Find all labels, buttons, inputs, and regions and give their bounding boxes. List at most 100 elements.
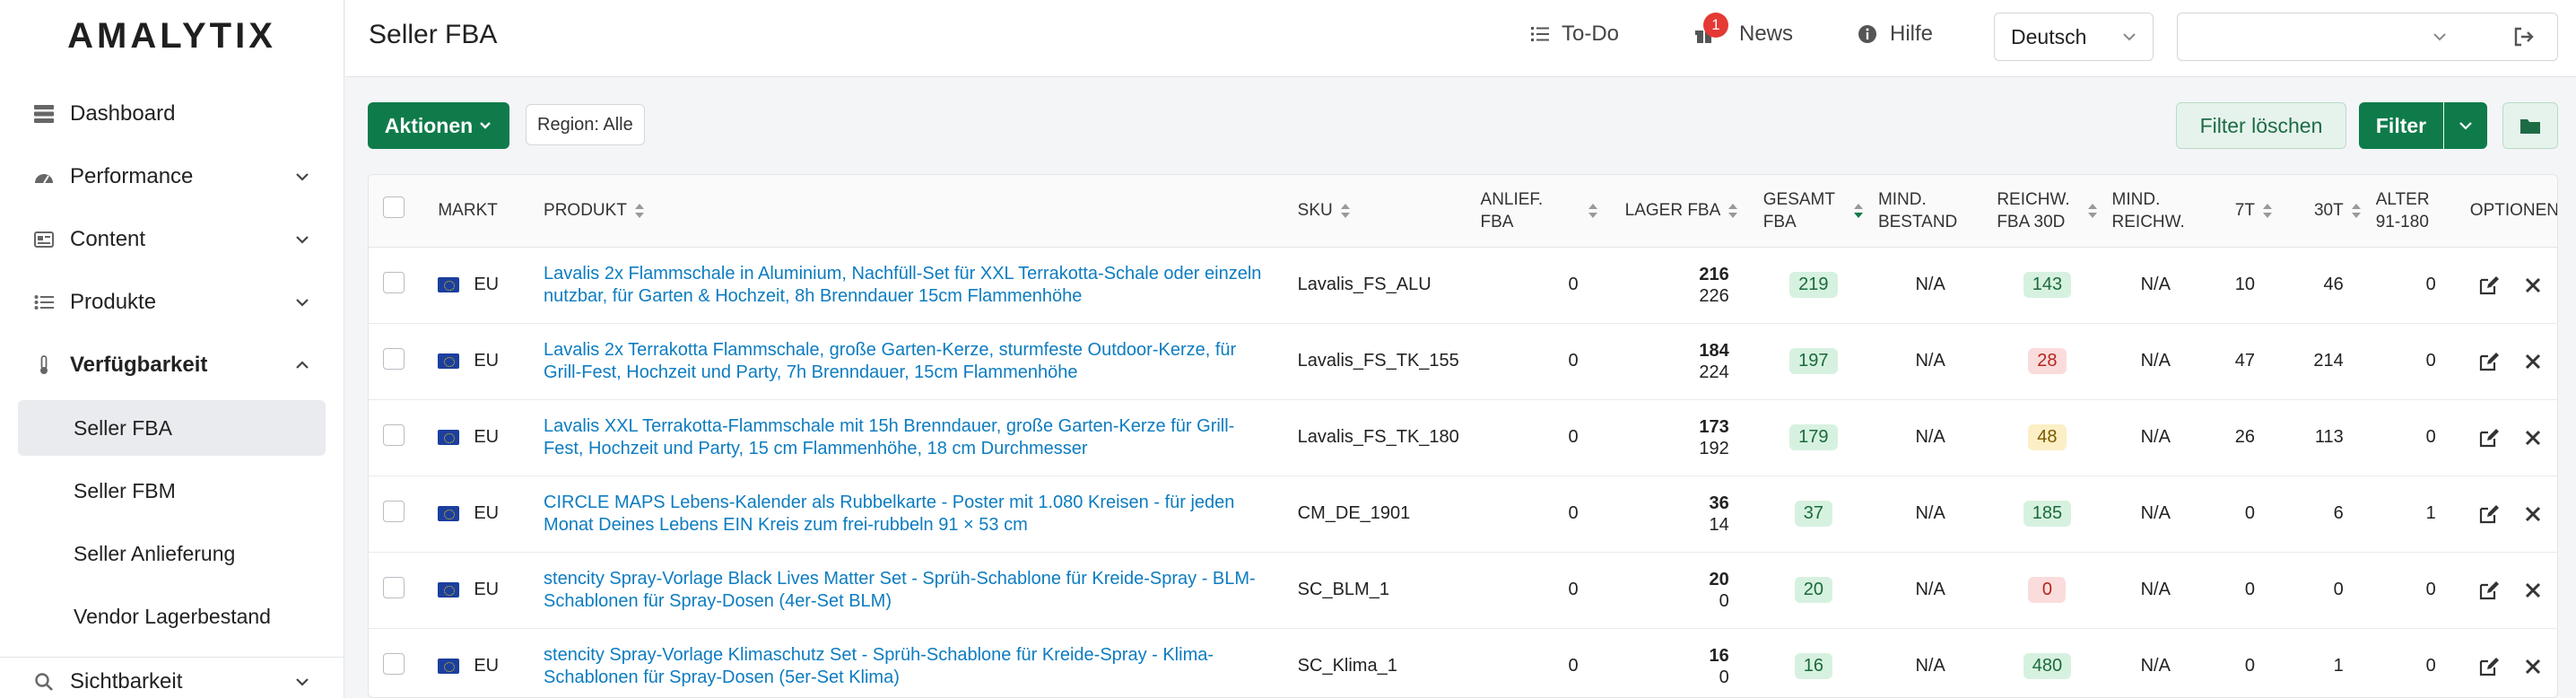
filter-dropdown-button[interactable] [2444, 102, 2487, 149]
sort-icon[interactable] [1727, 203, 1738, 219]
anlief-cell: 0 [1473, 399, 1606, 476]
news-link[interactable]: 1 News [1694, 13, 1794, 47]
reichw-badge: 28 [2028, 348, 2067, 374]
col-sku[interactable]: SKU [1290, 175, 1474, 248]
sort-icon[interactable] [634, 203, 645, 219]
sku-cell: CM_DE_1901 [1290, 476, 1474, 553]
actions-button[interactable]: Aktionen [368, 102, 509, 149]
col-anlief-fba[interactable]: ANLIEF. FBA [1473, 175, 1606, 248]
row-checkbox[interactable] [383, 271, 405, 293]
sidebar-item-performance[interactable]: Performance [0, 145, 344, 208]
folder-icon [2520, 119, 2540, 134]
account-select[interactable] [2177, 13, 2494, 61]
news-badge: 1 [1703, 13, 1728, 38]
help-label: Hilfe [1890, 22, 1934, 46]
sort-icon[interactable] [2262, 203, 2273, 219]
row-checkbox[interactable] [383, 576, 405, 598]
close-icon[interactable] [2525, 430, 2541, 446]
filter-button[interactable]: Filter [2359, 102, 2443, 149]
edit-icon[interactable] [2478, 657, 2500, 676]
edit-icon[interactable] [2478, 275, 2500, 295]
lager-bottom-value: 226 [1699, 285, 1729, 306]
product-cell: stencity Spray-Vorlage Klimaschutz Set -… [536, 628, 1291, 697]
sidebar-item-label: Produkte [70, 290, 157, 314]
col-produkt[interactable]: PRODUKT [536, 175, 1291, 248]
sidebar-item-dashboard[interactable]: Dashboard [0, 83, 344, 145]
t30-cell: 214 [2279, 323, 2369, 400]
col-gesamt-fba[interactable]: GESAMT FBA [1755, 175, 1871, 248]
mind-bestand-cell: N/A [1870, 399, 1990, 476]
col-lager-fba[interactable]: LAGER FBA [1605, 175, 1756, 248]
mind-bestand-cell: N/A [1870, 476, 1990, 553]
sort-active-icon[interactable] [1853, 203, 1864, 219]
sidebar-subitem-seller-fba[interactable]: Seller FBA [18, 400, 326, 456]
mind-bestand-cell: N/A [1870, 247, 1990, 324]
product-link[interactable]: CIRCLE MAPS Lebens-Kalender als Rubbelka… [544, 492, 1264, 537]
chevron-down-icon [296, 678, 309, 686]
saved-filters-button[interactable] [2502, 102, 2558, 149]
anlief-cell: 0 [1473, 247, 1606, 324]
help-link[interactable]: Hilfe [1858, 22, 1933, 47]
clear-filter-button[interactable]: Filter löschen [2176, 102, 2346, 149]
reichw-cell: 143 [1989, 247, 2105, 324]
language-select[interactable]: Deutsch [1994, 13, 2154, 61]
product-link[interactable]: Lavalis 2x Flammschale in Aluminium, Nac… [544, 263, 1264, 308]
close-icon[interactable] [2525, 277, 2541, 293]
row-checkbox[interactable] [383, 500, 405, 522]
sort-icon[interactable] [2087, 203, 2098, 219]
sort-icon[interactable] [1340, 203, 1351, 219]
options-cell [2462, 476, 2557, 553]
edit-icon[interactable] [2478, 428, 2500, 448]
sidebar-subitem-seller-anlieferung[interactable]: Seller Anlieferung [0, 522, 344, 585]
news-label: News [1739, 22, 1794, 46]
anlief-cell: 0 [1473, 476, 1606, 553]
close-icon[interactable] [2525, 582, 2541, 598]
market-cell: EU [431, 476, 537, 553]
table-row: EU stencity Spray-Vorlage Black Lives Ma… [369, 552, 2557, 629]
close-icon[interactable] [2525, 659, 2541, 675]
inventory-table: MARKT PRODUKT SKU ANLIEF. FBA LAGER FBA G… [368, 174, 2558, 698]
sort-icon[interactable] [2351, 203, 2362, 219]
row-checkbox[interactable] [383, 652, 405, 675]
sidebar-item-verfuegbarkeit[interactable]: Verfügbarkeit [0, 334, 344, 397]
logout-button[interactable] [2490, 13, 2558, 61]
col-30t[interactable]: 30T [2279, 175, 2369, 248]
region-filter-tag[interactable]: Region: Alle [526, 104, 645, 145]
edit-icon[interactable] [2478, 352, 2500, 371]
sort-icon[interactable] [1588, 203, 1598, 219]
sidebar-subitem-seller-fbm[interactable]: Seller FBM [0, 459, 344, 522]
gesamt-cell: 197 [1755, 323, 1871, 400]
row-checkbox[interactable] [383, 423, 405, 446]
chevron-down-icon [480, 122, 492, 129]
product-cell: Lavalis 2x Flammschale in Aluminium, Nac… [536, 247, 1291, 324]
product-link[interactable]: stencity Spray-Vorlage Klimaschutz Set -… [544, 644, 1264, 689]
col-7t[interactable]: 7T [2206, 175, 2280, 248]
row-select-cell [369, 628, 431, 697]
product-link[interactable]: stencity Spray-Vorlage Black Lives Matte… [544, 568, 1264, 613]
sidebar-subitem-vendor-lagerbestand[interactable]: Vendor Lagerbestand [0, 585, 344, 648]
sidebar: AMALYTIX Dashboard Performance Content P… [0, 0, 344, 698]
sidebar-item-content[interactable]: Content [0, 208, 344, 271]
alter-cell: 0 [2368, 323, 2463, 400]
close-icon[interactable] [2525, 506, 2541, 522]
lager-top-value: 16 [1709, 645, 1729, 666]
product-link[interactable]: Lavalis 2x Terrakotta Flammschale, große… [544, 339, 1264, 384]
gesamt-badge: 37 [1794, 501, 1832, 527]
row-checkbox[interactable] [383, 347, 405, 370]
gauge-icon [34, 167, 54, 187]
gesamt-cell: 219 [1755, 247, 1871, 324]
sidebar-item-sichtbarkeit[interactable]: Sichtbarkeit [0, 658, 344, 698]
app-logo[interactable]: AMALYTIX [0, 0, 344, 72]
options-cell [2462, 552, 2557, 629]
edit-icon[interactable] [2478, 504, 2500, 524]
sidebar-item-produkte[interactable]: Produkte [0, 271, 344, 334]
select-all-checkbox[interactable] [383, 196, 405, 219]
alter-cell: 0 [2368, 552, 2463, 629]
col-reichw-fba-30d[interactable]: REICHW. FBA 30D [1989, 175, 2105, 248]
edit-icon[interactable] [2478, 580, 2500, 600]
todo-link[interactable]: To-Do [1531, 22, 1619, 47]
t30-cell: 0 [2279, 552, 2369, 629]
lager-cell: 216 226 [1605, 247, 1756, 324]
product-link[interactable]: Lavalis XXL Terrakotta-Flammschale mit 1… [544, 415, 1264, 460]
close-icon[interactable] [2525, 353, 2541, 370]
